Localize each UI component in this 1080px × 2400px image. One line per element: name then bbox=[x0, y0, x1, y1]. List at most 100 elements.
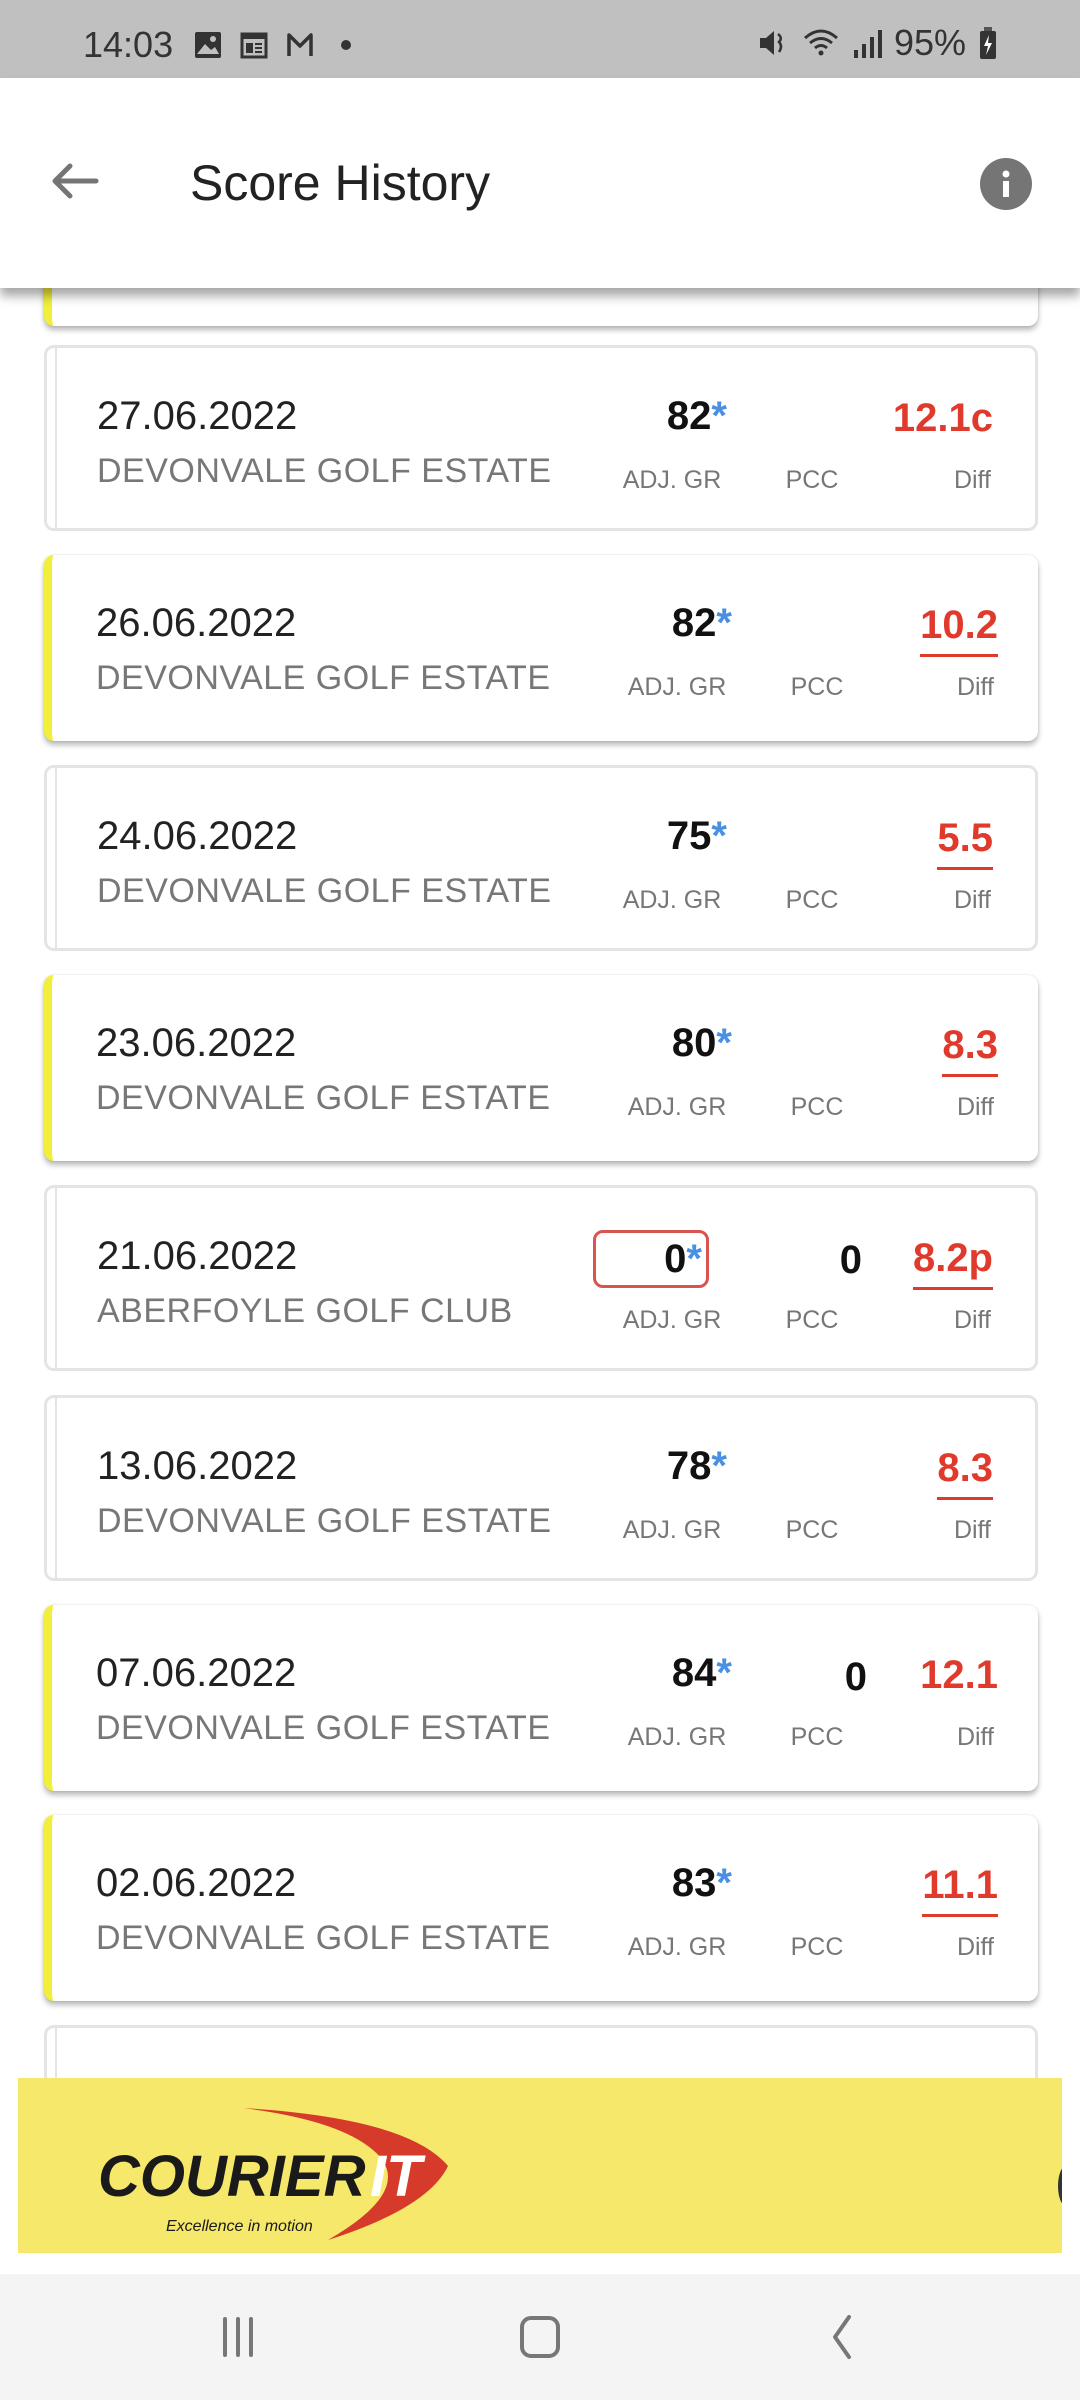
ad-edge-mark bbox=[1058, 2168, 1062, 2204]
star-marker: * bbox=[711, 1444, 727, 1488]
adjusted-gross: 75* bbox=[607, 814, 727, 859]
pcc-label: PCC bbox=[785, 1516, 839, 1544]
adjusted-gross-value: 82 bbox=[666, 394, 712, 438]
diff-label: Diff bbox=[956, 1093, 994, 1121]
club-name: DEVONVALE GOLF ESTATE bbox=[97, 872, 552, 910]
score-list: 27.06.2022 DEVONVALE GOLF ESTATE 82* ADJ. G… bbox=[0, 0, 1080, 2400]
score-card[interactable]: 13.06.2022 DEVONVALE GOLF ESTATE 78* ADJ. G… bbox=[44, 1395, 1038, 1581]
differential-value: 8.2p bbox=[912, 1236, 993, 1290]
differential-value: 11.1 bbox=[922, 1863, 998, 1917]
star-marker: * bbox=[686, 1237, 702, 1281]
pcc-label: PCC bbox=[785, 1306, 839, 1334]
club-name: DEVONVALE GOLF ESTATE bbox=[96, 1079, 551, 1117]
club-name: DEVONVALE GOLF ESTATE bbox=[96, 659, 551, 697]
star-marker: * bbox=[711, 814, 727, 858]
adjusted-gross-value: 75 bbox=[666, 814, 712, 858]
score-card[interactable]: 26.06.2022 DEVONVALE GOLF ESTATE 82* ADJ. G… bbox=[44, 555, 1038, 741]
nav-back-button[interactable] bbox=[797, 2302, 887, 2372]
home-button[interactable] bbox=[495, 2302, 585, 2372]
ad-tagline: Excellence in motion bbox=[166, 2218, 313, 2235]
score-card[interactable]: 27.06.2022 DEVONVALE GOLF ESTATE 82* ADJ. G… bbox=[44, 345, 1038, 531]
diff-label: Diff bbox=[953, 1306, 991, 1334]
star-marker: * bbox=[716, 1651, 732, 1695]
adjusted-gross: 83* bbox=[612, 1861, 732, 1906]
diff-label: Diff bbox=[953, 466, 991, 494]
adjusted-gross-value: 82 bbox=[671, 601, 717, 645]
score-card[interactable]: 24.06.2022 DEVONVALE GOLF ESTATE 75* ADJ. G… bbox=[44, 765, 1038, 951]
club-name: DEVONVALE GOLF ESTATE bbox=[96, 1919, 551, 1957]
back-button[interactable] bbox=[40, 146, 110, 216]
score-card[interactable]: 21.06.2022 ABERFOYLE GOLF CLUB 0* ADJ. GR 0 P… bbox=[44, 1185, 1038, 1371]
pcc-label: PCC bbox=[790, 673, 844, 701]
score-card[interactable]: 02.06.2022 DEVONVALE GOLF ESTATE 83* ADJ. G… bbox=[44, 1815, 1038, 2001]
system-nav-bar bbox=[0, 2274, 1080, 2400]
adj-gr-label: ADJ. GR bbox=[622, 886, 722, 914]
pcc-label: PCC bbox=[785, 886, 839, 914]
round-date: 02.06.2022 bbox=[96, 1861, 297, 1905]
pcc-label: PCC bbox=[790, 1093, 844, 1121]
ad-brand-suffix: IT bbox=[370, 2144, 426, 2209]
recent-apps-button[interactable] bbox=[193, 2302, 283, 2372]
adj-gr-label: ADJ. GR bbox=[627, 673, 727, 701]
club-name: DEVONVALE GOLF ESTATE bbox=[96, 1709, 551, 1747]
round-date: 07.06.2022 bbox=[96, 1651, 297, 1695]
adjusted-gross: 82* bbox=[607, 394, 727, 439]
info-button[interactable] bbox=[980, 158, 1032, 210]
adjusted-gross-value: 84 bbox=[671, 1651, 717, 1695]
differential-value: 10.2 bbox=[920, 603, 998, 657]
adjusted-gross-value: 78 bbox=[666, 1444, 712, 1488]
differential-value: 8.3 bbox=[937, 1446, 993, 1500]
pcc-label: PCC bbox=[790, 1723, 844, 1751]
differential-value: 5.5 bbox=[937, 816, 993, 870]
pcc-label: PCC bbox=[790, 1933, 844, 1961]
ad-banner[interactable]: COURIER IT Excellence in motion bbox=[18, 2078, 1062, 2253]
differential-value: 12.1c bbox=[892, 396, 993, 440]
pcc-value: 0 bbox=[839, 1238, 862, 1282]
ad-brand-text: COURIER bbox=[98, 2144, 366, 2209]
round-date: 27.06.2022 bbox=[97, 394, 298, 438]
adj-gr-label: ADJ. GR bbox=[627, 1933, 727, 1961]
adjusted-gross: 82* bbox=[612, 601, 732, 646]
adjusted-gross: 78* bbox=[607, 1444, 727, 1489]
adjusted-gross: 84* bbox=[612, 1651, 732, 1696]
adjusted-gross: 0* bbox=[593, 1230, 709, 1288]
adj-gr-label: ADJ. GR bbox=[627, 1093, 727, 1121]
adjusted-gross-value: 83 bbox=[671, 1861, 717, 1905]
recent-apps-icon bbox=[223, 2317, 253, 2357]
star-marker: * bbox=[716, 1861, 732, 1905]
adjusted-gross-value: 80 bbox=[671, 1021, 717, 1065]
diff-label: Diff bbox=[956, 1723, 994, 1751]
star-marker: * bbox=[711, 394, 727, 438]
differential-value: 8.3 bbox=[942, 1023, 998, 1077]
diff-label: Diff bbox=[953, 1516, 991, 1544]
club-name: DEVONVALE GOLF ESTATE bbox=[97, 1502, 552, 1540]
home-icon bbox=[520, 2316, 560, 2358]
adj-gr-label: ADJ. GR bbox=[622, 1516, 722, 1544]
round-date: 21.06.2022 bbox=[97, 1234, 298, 1278]
diff-label: Diff bbox=[956, 1933, 994, 1961]
round-date: 13.06.2022 bbox=[97, 1444, 298, 1488]
pcc-label: PCC bbox=[785, 466, 839, 494]
info-icon bbox=[1002, 170, 1010, 197]
adjusted-gross-value: 0 bbox=[664, 1237, 687, 1281]
back-icon bbox=[833, 2315, 851, 2359]
round-date: 24.06.2022 bbox=[97, 814, 298, 858]
arrow-left-icon bbox=[52, 163, 99, 199]
ad-gap bbox=[0, 2253, 1080, 2274]
adj-gr-label: ADJ. GR bbox=[622, 466, 722, 494]
star-marker: * bbox=[716, 1021, 732, 1065]
diff-label: Diff bbox=[956, 673, 994, 701]
diff-label: Diff bbox=[953, 886, 991, 914]
adj-gr-label: ADJ. GR bbox=[627, 1723, 727, 1751]
adjusted-gross: 80* bbox=[612, 1021, 732, 1066]
pcc-value: 0 bbox=[844, 1655, 867, 1699]
adj-gr-label: ADJ. GR bbox=[622, 1306, 722, 1334]
score-card[interactable]: 23.06.2022 DEVONVALE GOLF ESTATE 80* ADJ. G… bbox=[44, 975, 1038, 1161]
score-card[interactable]: 07.06.2022 DEVONVALE GOLF ESTATE 84* ADJ. G… bbox=[44, 1605, 1038, 1791]
app-bar: Score History bbox=[0, 78, 1080, 288]
differential-value: 12.1 bbox=[920, 1653, 998, 1697]
round-date: 26.06.2022 bbox=[96, 601, 297, 645]
round-date: 23.06.2022 bbox=[96, 1021, 297, 1065]
star-marker: * bbox=[716, 601, 732, 645]
club-name: DEVONVALE GOLF ESTATE bbox=[97, 452, 552, 490]
